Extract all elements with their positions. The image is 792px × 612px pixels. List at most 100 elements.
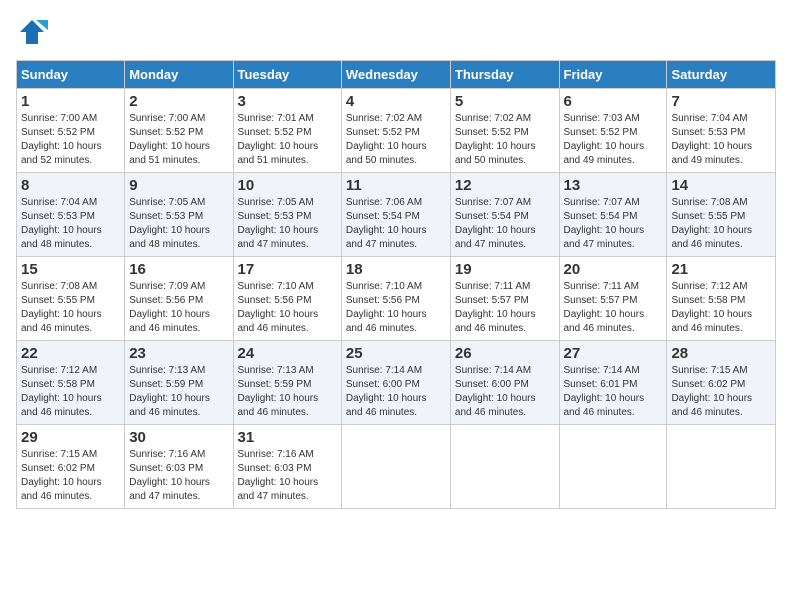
col-saturday: Saturday — [667, 61, 776, 89]
day-info: Sunrise: 7:11 AM Sunset: 5:57 PM Dayligh… — [564, 280, 663, 336]
day-info: Sunrise: 7:00 AM Sunset: 5:52 PM Dayligh… — [21, 112, 120, 168]
calendar-cell: 13 Sunrise: 7:07 AM Sunset: 5:54 PM Dayli… — [559, 173, 667, 257]
calendar-cell: 28 Sunrise: 7:15 AM Sunset: 6:02 PM Dayli… — [667, 341, 776, 425]
col-wednesday: Wednesday — [341, 61, 450, 89]
day-info: Sunrise: 7:05 AM Sunset: 5:53 PM Dayligh… — [238, 196, 337, 252]
day-info: Sunrise: 7:10 AM Sunset: 5:56 PM Dayligh… — [346, 280, 446, 336]
day-number: 22 — [21, 345, 120, 362]
day-info: Sunrise: 7:05 AM Sunset: 5:53 PM Dayligh… — [129, 196, 228, 252]
day-info: Sunrise: 7:12 AM Sunset: 5:58 PM Dayligh… — [671, 280, 771, 336]
day-number: 10 — [238, 177, 337, 194]
day-number: 27 — [564, 345, 663, 362]
calendar-cell: 3 Sunrise: 7:01 AM Sunset: 5:52 PM Daylig… — [233, 89, 341, 173]
col-sunday: Sunday — [17, 61, 125, 89]
calendar-cell: 29 Sunrise: 7:15 AM Sunset: 6:02 PM Dayli… — [17, 425, 125, 509]
calendar-cell — [341, 425, 450, 509]
calendar-cell: 24Sunrise: 7:13 AM Sunset: 5:59 PM Dayli… — [233, 341, 341, 425]
calendar-row: 29 Sunrise: 7:15 AM Sunset: 6:02 PM Dayli… — [17, 425, 776, 509]
day-info: Sunrise: 7:11 AM Sunset: 5:57 PM Dayligh… — [455, 280, 555, 336]
day-info: Sunrise: 7:13 AM Sunset: 5:59 PM Dayligh… — [129, 364, 228, 420]
day-number: 13 — [564, 177, 663, 194]
day-number: 30 — [129, 429, 228, 446]
day-info: Sunrise: 7:14 AM Sunset: 6:00 PM Dayligh… — [455, 364, 555, 420]
day-number: 18 — [346, 261, 446, 278]
day-info: Sunrise: 7:15 AM Sunset: 6:02 PM Dayligh… — [671, 364, 771, 420]
col-monday: Monday — [125, 61, 233, 89]
day-info: Sunrise: 7:07 AM Sunset: 5:54 PM Dayligh… — [564, 196, 663, 252]
day-number: 29 — [21, 429, 120, 446]
day-number: 23 — [129, 345, 228, 362]
day-info: Sunrise: 7:03 AM Sunset: 5:52 PM Dayligh… — [564, 112, 663, 168]
day-number: 12 — [455, 177, 555, 194]
calendar-cell: 5Sunrise: 7:02 AM Sunset: 5:52 PM Daylig… — [450, 89, 559, 173]
day-info: Sunrise: 7:07 AM Sunset: 5:54 PM Dayligh… — [455, 196, 555, 252]
day-info: Sunrise: 7:14 AM Sunset: 6:01 PM Dayligh… — [564, 364, 663, 420]
day-info: Sunrise: 7:04 AM Sunset: 5:53 PM Dayligh… — [21, 196, 120, 252]
day-number: 26 — [455, 345, 555, 362]
calendar-cell: 4 Sunrise: 7:02 AM Sunset: 5:52 PM Daylig… — [341, 89, 450, 173]
col-friday: Friday — [559, 61, 667, 89]
day-number: 24 — [238, 345, 337, 362]
calendar-row: 22 Sunrise: 7:12 AM Sunset: 5:58 PM Dayli… — [17, 341, 776, 425]
calendar-cell: 19 Sunrise: 7:11 AM Sunset: 5:57 PM Dayli… — [450, 257, 559, 341]
col-thursday: Thursday — [450, 61, 559, 89]
calendar-cell: 22 Sunrise: 7:12 AM Sunset: 5:58 PM Dayli… — [17, 341, 125, 425]
day-info: Sunrise: 7:16 AM Sunset: 6:03 PM Dayligh… — [129, 448, 228, 504]
day-info: Sunrise: 7:06 AM Sunset: 5:54 PM Dayligh… — [346, 196, 446, 252]
calendar-row: 15Sunrise: 7:08 AM Sunset: 5:55 PM Dayli… — [17, 257, 776, 341]
day-number: 2 — [129, 93, 228, 110]
day-number: 16 — [129, 261, 228, 278]
calendar-cell: 18 Sunrise: 7:10 AM Sunset: 5:56 PM Dayli… — [341, 257, 450, 341]
day-info: Sunrise: 7:04 AM Sunset: 5:53 PM Dayligh… — [671, 112, 771, 168]
col-tuesday: Tuesday — [233, 61, 341, 89]
day-number: 14 — [671, 177, 771, 194]
logo-icon — [16, 16, 48, 48]
day-number: 20 — [564, 261, 663, 278]
day-number: 31 — [238, 429, 337, 446]
calendar-cell — [450, 425, 559, 509]
calendar-cell: 15Sunrise: 7:08 AM Sunset: 5:55 PM Dayli… — [17, 257, 125, 341]
calendar-table: Sunday Monday Tuesday Wednesday Thursday… — [16, 60, 776, 509]
calendar-cell: 6Sunrise: 7:03 AM Sunset: 5:52 PM Daylig… — [559, 89, 667, 173]
calendar-cell: 12 Sunrise: 7:07 AM Sunset: 5:54 PM Dayli… — [450, 173, 559, 257]
calendar-cell: 8Sunrise: 7:04 AM Sunset: 5:53 PM Daylig… — [17, 173, 125, 257]
day-number: 11 — [346, 177, 446, 194]
day-info: Sunrise: 7:01 AM Sunset: 5:52 PM Dayligh… — [238, 112, 337, 168]
calendar-cell: 23 Sunrise: 7:13 AM Sunset: 5:59 PM Dayli… — [125, 341, 233, 425]
logo — [16, 16, 52, 48]
calendar-cell — [559, 425, 667, 509]
day-info: Sunrise: 7:15 AM Sunset: 6:02 PM Dayligh… — [21, 448, 120, 504]
day-number: 7 — [671, 93, 771, 110]
calendar-cell: 10 Sunrise: 7:05 AM Sunset: 5:53 PM Dayli… — [233, 173, 341, 257]
calendar-row: 1Sunrise: 7:00 AM Sunset: 5:52 PM Daylig… — [17, 89, 776, 173]
day-number: 3 — [238, 93, 337, 110]
day-info: Sunrise: 7:00 AM Sunset: 5:52 PM Dayligh… — [129, 112, 228, 168]
calendar-cell: 26 Sunrise: 7:14 AM Sunset: 6:00 PM Dayli… — [450, 341, 559, 425]
day-number: 19 — [455, 261, 555, 278]
calendar-row: 8Sunrise: 7:04 AM Sunset: 5:53 PM Daylig… — [17, 173, 776, 257]
day-info: Sunrise: 7:14 AM Sunset: 6:00 PM Dayligh… — [346, 364, 446, 420]
calendar-cell: 16 Sunrise: 7:09 AM Sunset: 5:56 PM Dayli… — [125, 257, 233, 341]
day-number: 15 — [21, 261, 120, 278]
day-number: 9 — [129, 177, 228, 194]
day-info: Sunrise: 7:12 AM Sunset: 5:58 PM Dayligh… — [21, 364, 120, 420]
calendar-cell: 2 Sunrise: 7:00 AM Sunset: 5:52 PM Daylig… — [125, 89, 233, 173]
header — [16, 16, 776, 48]
calendar-cell: 31Sunrise: 7:16 AM Sunset: 6:03 PM Dayli… — [233, 425, 341, 509]
day-info: Sunrise: 7:08 AM Sunset: 5:55 PM Dayligh… — [671, 196, 771, 252]
day-number: 5 — [455, 93, 555, 110]
day-number: 28 — [671, 345, 771, 362]
day-info: Sunrise: 7:09 AM Sunset: 5:56 PM Dayligh… — [129, 280, 228, 336]
day-number: 4 — [346, 93, 446, 110]
calendar-cell — [667, 425, 776, 509]
calendar-cell: 27 Sunrise: 7:14 AM Sunset: 6:01 PM Dayli… — [559, 341, 667, 425]
calendar-cell: 17 Sunrise: 7:10 AM Sunset: 5:56 PM Dayli… — [233, 257, 341, 341]
calendar-cell: 11 Sunrise: 7:06 AM Sunset: 5:54 PM Dayli… — [341, 173, 450, 257]
day-number: 25 — [346, 345, 446, 362]
calendar-cell: 20 Sunrise: 7:11 AM Sunset: 5:57 PM Dayli… — [559, 257, 667, 341]
day-number: 17 — [238, 261, 337, 278]
day-info: Sunrise: 7:02 AM Sunset: 5:52 PM Dayligh… — [346, 112, 446, 168]
day-info: Sunrise: 7:10 AM Sunset: 5:56 PM Dayligh… — [238, 280, 337, 336]
calendar-cell: 7 Sunrise: 7:04 AM Sunset: 5:53 PM Daylig… — [667, 89, 776, 173]
calendar-cell: 21Sunrise: 7:12 AM Sunset: 5:58 PM Dayli… — [667, 257, 776, 341]
